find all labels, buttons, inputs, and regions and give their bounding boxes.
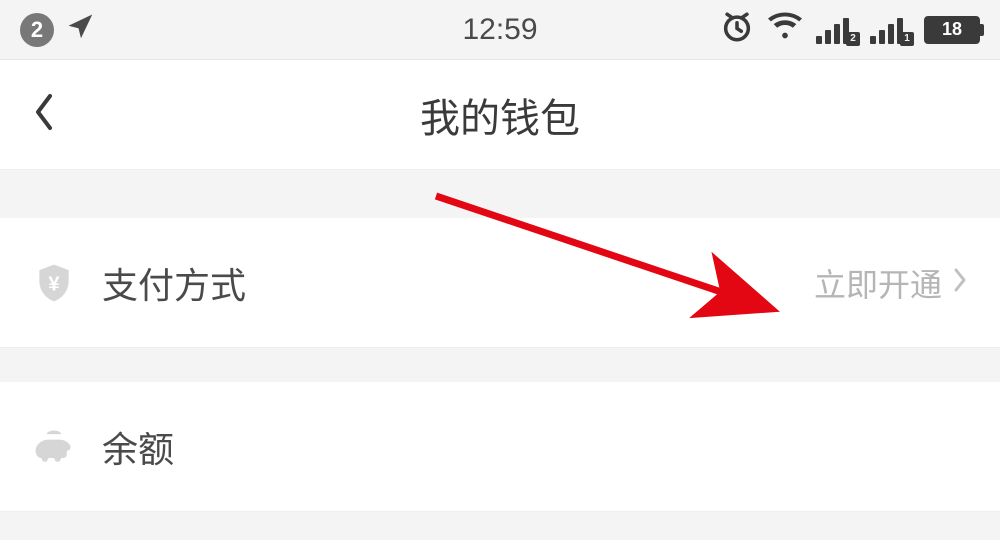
payment-method-label: 支付方式 — [102, 257, 814, 309]
signal-sim1-icon: 2 — [816, 16, 856, 44]
status-time: 12:59 — [462, 13, 537, 47]
back-button[interactable] — [32, 92, 56, 137]
battery-icon: 18 — [924, 16, 980, 44]
status-bar: 2 12:59 2 1 18 — [0, 0, 1000, 60]
navbar: 我的钱包 — [0, 60, 1000, 170]
sim1-label: 2 — [846, 32, 860, 46]
chevron-right-icon — [952, 266, 968, 299]
sim2-label: 1 — [900, 32, 914, 46]
balance-label: 余额 — [102, 421, 968, 473]
wifi-icon — [768, 12, 802, 47]
section-spacer — [0, 170, 1000, 218]
status-right: 2 1 18 — [720, 10, 980, 49]
balance-row[interactable]: 余额 — [0, 382, 1000, 512]
page-title: 我的钱包 — [420, 86, 580, 144]
section-spacer — [0, 348, 1000, 382]
notification-badge: 2 — [20, 13, 54, 47]
shield-yen-icon: ¥ — [32, 261, 76, 305]
payment-method-action: 立即开通 — [814, 260, 942, 306]
status-left: 2 — [20, 12, 96, 47]
location-icon — [66, 12, 96, 47]
signal-sim2-icon: 1 — [870, 16, 910, 44]
alarm-icon — [720, 10, 754, 49]
svg-text:¥: ¥ — [48, 273, 60, 295]
payment-method-row[interactable]: ¥ 支付方式 立即开通 — [0, 218, 1000, 348]
piggy-bank-icon — [32, 425, 76, 469]
